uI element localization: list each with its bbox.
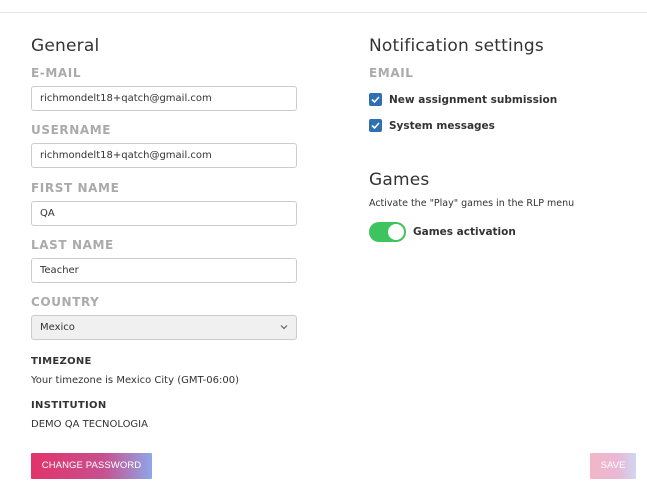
notification-settings-title: Notification settings	[369, 36, 544, 56]
timezone-label: TIMEZONE	[31, 356, 92, 367]
email-label: E-MAIL	[31, 66, 82, 80]
checkmark-icon	[371, 122, 380, 130]
toggle-knob	[388, 224, 404, 240]
last-name-input[interactable]	[31, 258, 297, 283]
system-messages-label: System messages	[389, 120, 495, 132]
institution-value: DEMO QA TECNOLOGIA	[31, 419, 148, 430]
games-activation-label: Games activation	[413, 226, 516, 238]
new-assignment-checkbox[interactable]	[369, 93, 382, 106]
country-select[interactable]: Mexico	[31, 315, 297, 340]
institution-label: INSTITUTION	[31, 400, 107, 411]
games-description: Activate the "Play" games in the RLP men…	[369, 198, 575, 209]
username-label: USERNAME	[31, 123, 112, 137]
chevron-down-icon	[280, 325, 288, 330]
first-name-input[interactable]	[31, 201, 297, 226]
games-title: Games	[369, 170, 430, 190]
email-input[interactable]	[31, 86, 297, 111]
change-password-button[interactable]: CHANGE PASSWORD	[31, 453, 152, 479]
country-selected-value: Mexico	[40, 322, 75, 333]
system-messages-checkbox[interactable]	[369, 119, 382, 132]
last-name-label: LAST NAME	[31, 238, 114, 252]
general-title: General	[31, 36, 100, 56]
checkmark-icon	[371, 96, 380, 104]
timezone-value: Your timezone is Mexico City (GMT-06:00)	[31, 375, 239, 386]
first-name-label: FIRST NAME	[31, 181, 120, 195]
save-button[interactable]: SAVE	[590, 453, 636, 479]
games-activation-toggle[interactable]	[369, 222, 406, 242]
new-assignment-label: New assignment submission	[389, 94, 558, 106]
country-label: COUNTRY	[31, 295, 100, 309]
notification-email-label: EMAIL	[369, 66, 414, 80]
top-divider	[0, 12, 647, 13]
username-input[interactable]	[31, 143, 297, 168]
